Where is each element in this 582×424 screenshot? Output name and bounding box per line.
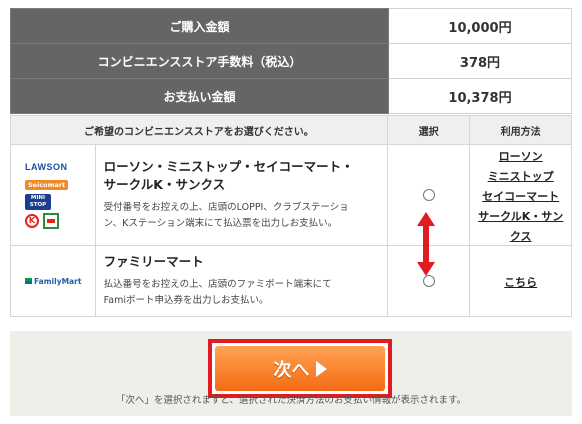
store-name-line-2: サークルK・サンクス [103, 177, 226, 192]
payment-summary-table: ご購入金額 10,000円 コンビニエンスストア手数料（税込） 378円 お支払… [10, 8, 572, 114]
store-name-line-1: ローソン・ミニストップ・セイコーマート・ [103, 159, 354, 174]
ministop-logo-text-2: STOP [29, 201, 47, 208]
lawson-logo: LAWSON [25, 161, 68, 172]
method-link-line-2: ミニストップ [487, 170, 554, 183]
summary-row-fee: コンビニエンスストア手数料（税込） 378円 [10, 43, 572, 79]
purchase-amount-value: 10,000円 [388, 8, 572, 44]
method-column-header: 利用方法 [469, 115, 572, 145]
seicomart-logo: Seicomart [25, 179, 69, 190]
store-info-lawson-group: ローソン・ミニストップ・セイコーマート・ サークルK・サンクス 受付番号をお控え… [94, 144, 388, 246]
next-button-label: 次へ [273, 359, 310, 381]
store-row-lawson-group: LAWSON Seicomart MINI STOP K ローソン・ミニストップ… [10, 144, 572, 246]
method-link-familymart[interactable]: こちら [504, 276, 537, 289]
total-amount-value: 10,378円 [388, 78, 572, 114]
store-table-header: ご希望のコンビニエンスストアをお選びください。 選択 利用方法 [10, 115, 572, 145]
next-button[interactable]: 次へ [215, 346, 385, 391]
ministop-logo-text-1: MINI [30, 194, 46, 201]
summary-row-purchase: ご購入金額 10,000円 [10, 8, 572, 44]
purchase-amount-label: ご購入金額 [10, 8, 389, 44]
next-button-highlight: 次へ [208, 339, 392, 398]
method-link-line-5: クス [509, 230, 532, 243]
store-description: 受付番号をお控えの上、店頭のLOPPI、クラブステーショ ン、Kステーション端末… [104, 200, 379, 232]
method-link-line-4: サークルK・サン [478, 210, 564, 223]
store-row-familymart: FamilyMart ファミリーマート 払込番号をお控えの上、店頭のファミポート… [10, 245, 572, 317]
total-amount-label: お支払い金額 [10, 78, 389, 114]
fee-value: 378円 [388, 43, 572, 79]
circlek-logo: K [25, 213, 39, 228]
store-name-familymart: ファミリーマート [103, 254, 204, 269]
store-logos-familymart: FamilyMart [10, 245, 96, 317]
store-desc-line-2: ン、Kステーション端末にて払込票を出力しお支払い。 [103, 218, 338, 229]
store-desc-line-1: 受付番号をお控えの上、店頭のLOPPI、クラブステーショ [103, 202, 349, 213]
fee-label: コンビニエンスストア手数料（税込） [10, 43, 389, 79]
familymart-logo-text: FamilyMart [34, 276, 82, 286]
method-link-line-1: ローソン [498, 150, 543, 163]
store-description-familymart: 払込番号をお控えの上、店頭のファミポート端末にて Famiポート申込券を出力しお… [104, 277, 379, 309]
method-cell-familymart: こちら [469, 245, 572, 317]
method-link-lawson-group[interactable]: ローソン ミニストップ セイコーマート サークルK・サン クス [478, 150, 563, 243]
footer-panel: 次へ 「次へ」を選択されますと、選択された決済方法のお支払い情報が表示されます。 [10, 331, 572, 416]
store-info-familymart: ファミリーマート 払込番号をお控えの上、店頭のファミポート端末にて Famiポー… [94, 245, 388, 317]
familymart-logo-mark [25, 278, 32, 284]
familymart-logo: FamilyMart [25, 277, 95, 286]
radio-familymart[interactable] [422, 274, 435, 287]
ministop-logo: MINI STOP [25, 193, 51, 210]
store-name: ローソン・ミニストップ・セイコーマート・ サークルK・サンクス [104, 158, 379, 194]
radio-lawson-group[interactable] [422, 188, 435, 201]
sunkus-logo [43, 212, 59, 229]
store-desc-fm-line-1: 払込番号をお控えの上、店頭のファミポート端末にて [103, 279, 332, 290]
store-column-header: ご希望のコンビニエンスストアをお選びください。 [10, 115, 388, 145]
double-arrow-icon [417, 212, 435, 276]
store-logos-lawson-group: LAWSON Seicomart MINI STOP K [10, 144, 96, 246]
method-cell-lawson-group: ローソン ミニストップ セイコーマート サークルK・サン クス [469, 144, 572, 246]
store-desc-fm-line-2: Famiポート申込券を出力しお支払い。 [103, 295, 269, 306]
summary-row-total: お支払い金額 10,378円 [10, 78, 572, 114]
select-column-header: 選択 [386, 115, 471, 145]
next-note: 「次へ」を選択されますと、選択された決済方法のお支払い情報が表示されます。 [115, 395, 467, 406]
convenience-store-table: ご希望のコンビニエンスストアをお選びください。 選択 利用方法 LAWSON S… [10, 115, 572, 317]
method-link-line-3: セイコーマート [482, 190, 560, 203]
play-icon [315, 360, 327, 377]
